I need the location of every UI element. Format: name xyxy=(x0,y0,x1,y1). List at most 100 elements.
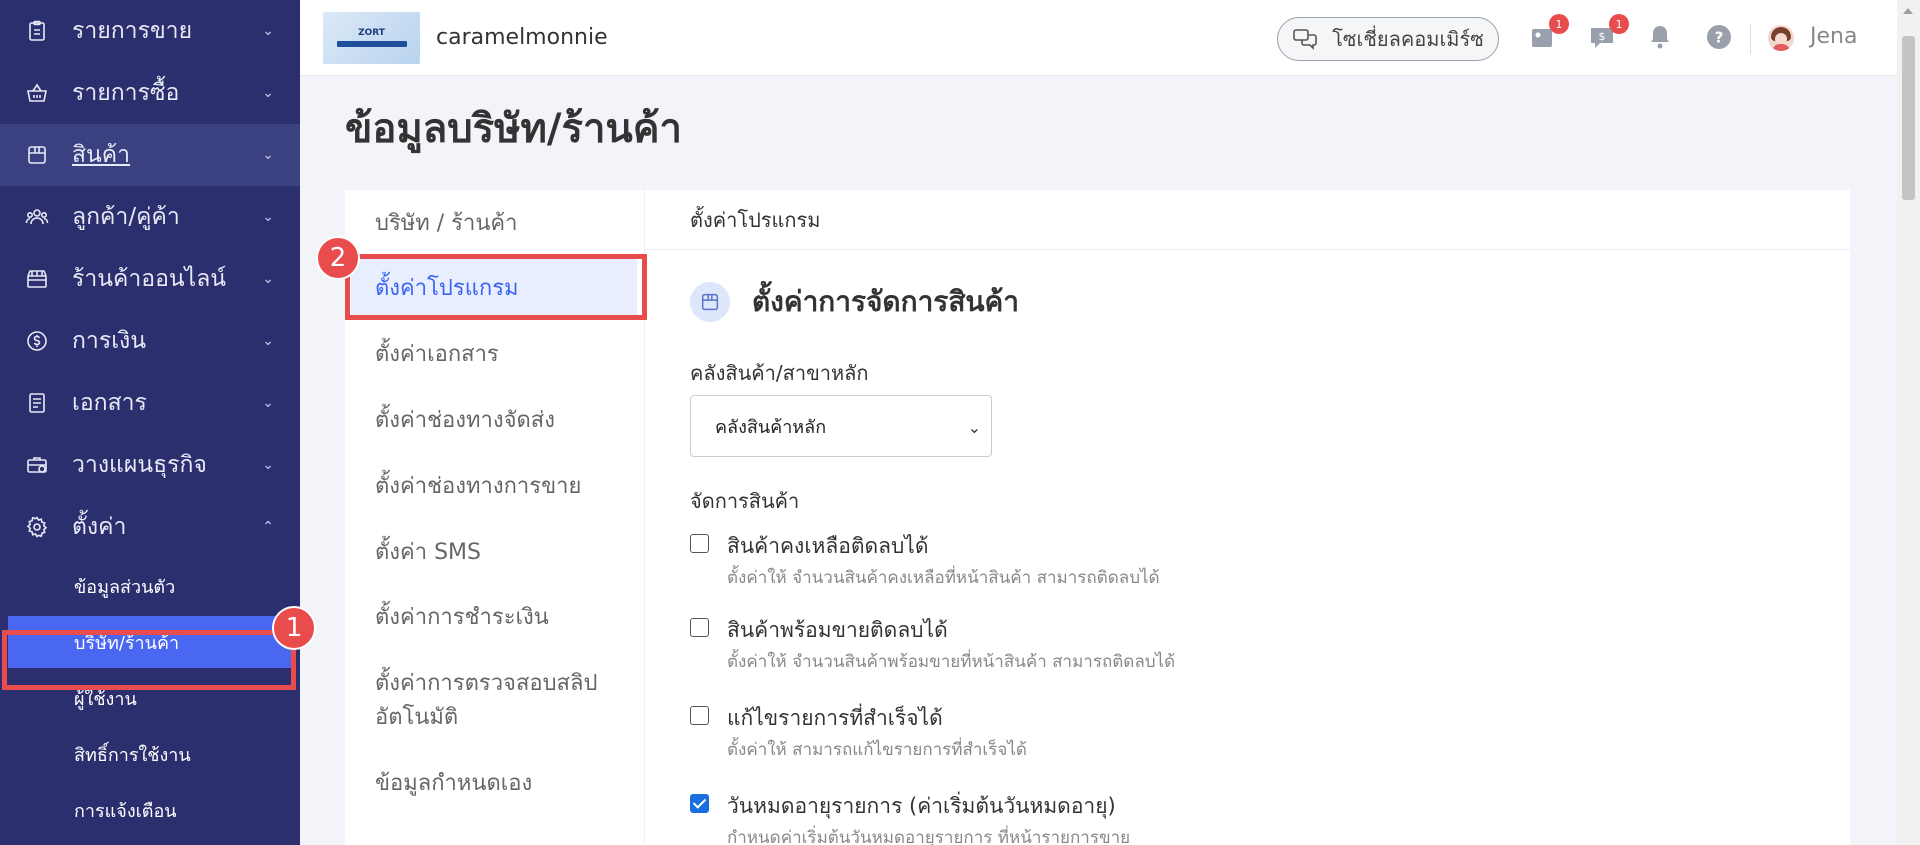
chevron-down-icon: ⌄ xyxy=(262,85,274,101)
user-name[interactable]: Jena xyxy=(1810,24,1857,49)
chevron-down-icon: ⌄ xyxy=(967,418,981,437)
topbar-divider xyxy=(1750,24,1751,54)
sidebar-subitem-notifications[interactable]: การแจ้งเตือน xyxy=(0,782,300,838)
chevron-down-icon: ⌄ xyxy=(262,209,274,225)
menu-item-custom-data[interactable]: ข้อมูลกำหนดเอง xyxy=(375,767,532,801)
option-title: วันหมดอายุรายการ (ค่าเริ่มต้นวันหมดอายุ) xyxy=(727,794,1116,818)
checkbox[interactable] xyxy=(690,706,709,725)
option-description: ตั้งค่าให้ จำนวนสินค้าคงเหลือที่หน้าสินค… xyxy=(727,568,1160,588)
chevron-down-icon: ⌄ xyxy=(262,457,274,473)
program-settings-panel: ตั้งค่าโปรแกรม ตั้งค่าการจัดการสินค้า คล… xyxy=(646,190,1850,845)
chevron-down-icon: ⌄ xyxy=(262,23,274,39)
checkbox[interactable] xyxy=(690,534,709,553)
checkbox[interactable] xyxy=(690,618,709,637)
avatar[interactable] xyxy=(1768,25,1794,51)
sidebar-item-customers[interactable]: ลูกค้า/คู่ค้า ⌄ xyxy=(0,186,300,248)
step-badge-2: 2 xyxy=(316,236,360,280)
page-scrollbar[interactable] xyxy=(1897,0,1920,845)
chevron-down-icon: ⌄ xyxy=(262,395,274,411)
topbar: ZORT caramelmonnie โซเชี่ยลคอมเมิร์ซ 1 $… xyxy=(300,0,1897,76)
section-title-text: ตั้งค่าการจัดการสินค้า xyxy=(752,285,1020,318)
sidebar-item-label: สินค้า xyxy=(72,142,131,168)
sidebar-item-products[interactable]: สินค้า ⌄ xyxy=(0,124,300,186)
svg-text:?: ? xyxy=(1715,29,1724,47)
checkbox-checked[interactable] xyxy=(690,794,709,813)
sidebar-item-planning[interactable]: วางแผนธุรกิจ ⌄ xyxy=(0,434,300,496)
sidebar-item-label: วางแผนธุรกิจ xyxy=(72,452,207,478)
document-icon xyxy=(24,390,50,416)
question-icon: ? xyxy=(1707,25,1731,49)
chevron-down-icon: ⌄ xyxy=(262,271,274,287)
sidebar-item-label: เอกสาร xyxy=(72,390,147,416)
bell-button[interactable] xyxy=(1645,22,1675,52)
storefront-icon xyxy=(24,266,50,292)
chevron-up-icon: ⌃ xyxy=(262,519,274,535)
product-box-icon xyxy=(690,282,730,322)
users-icon xyxy=(24,204,50,230)
sidebar-item-settings[interactable]: ตั้งค่า ⌃ xyxy=(0,496,300,558)
chevron-down-icon: ⌄ xyxy=(262,147,274,163)
menu-item-document-settings[interactable]: ตั้งค่าเอกสาร xyxy=(375,338,499,372)
settings-menu: บริษัท / ร้านค้า ตั้งค่าโปรแกรม ตั้งค่าเ… xyxy=(345,190,647,845)
menu-item-payment-settings[interactable]: ตั้งค่าการชำระเงิน xyxy=(375,601,549,635)
chat-bubbles-icon xyxy=(1293,29,1317,50)
sidebar-item-sales[interactable]: รายการขาย ⌄ xyxy=(0,0,300,62)
chevron-down-icon: ⌄ xyxy=(262,333,274,349)
sidebar-item-online-store[interactable]: ร้านค้าออนไลน์ ⌄ xyxy=(0,248,300,310)
scrollbar-thumb[interactable] xyxy=(1902,36,1915,200)
section-title: ตั้งค่าการจัดการสินค้า xyxy=(690,280,1019,324)
dollar-icon xyxy=(24,328,50,354)
sidebar-item-finance[interactable]: การเงิน ⌄ xyxy=(0,310,300,372)
sidebar-item-label: ลูกค้า/คู่ค้า xyxy=(72,204,180,230)
step-badge-1: 1 xyxy=(272,606,316,650)
page-title: ข้อมูลบริษัท/ร้านค้า xyxy=(345,106,682,152)
highlight-box-step-2 xyxy=(345,254,647,320)
warehouse-label: คลังสินค้า/สาขาหลัก xyxy=(690,361,869,385)
settings-card: บริษัท / ร้านค้า ตั้งค่าโปรแกรม ตั้งค่าเ… xyxy=(316,190,1850,845)
panel-header: ตั้งค่าโปรแกรม xyxy=(646,190,1850,250)
social-commerce-button[interactable]: โซเชี่ยลคอมเมิร์ซ xyxy=(1277,17,1499,61)
payment-notification-button[interactable]: $ 1 xyxy=(1587,14,1629,52)
zort-logo[interactable]: ZORT xyxy=(323,11,420,64)
warehouse-select-value: คลังสินค้าหลัก xyxy=(715,416,827,438)
orders-notification-button[interactable]: 1 xyxy=(1527,14,1569,52)
help-button[interactable]: ? xyxy=(1704,22,1734,52)
basket-icon xyxy=(24,80,50,106)
box-icon xyxy=(24,142,50,168)
menu-item-sales-channel-settings[interactable]: ตั้งค่าช่องทางการขาย xyxy=(375,470,581,504)
bell-icon xyxy=(1651,26,1669,49)
option-description: กำหนดค่าเริ่มต้นวันหมดอายุรายการ ที่หน้า… xyxy=(727,828,1131,845)
sidebar: รายการขาย ⌄ รายการซื้อ ⌄ สินค้า ⌄ ลูกค้า… xyxy=(0,0,300,845)
manage-products-label: จัดการสินค้า xyxy=(690,489,800,513)
notification-count: 1 xyxy=(1549,14,1569,34)
sidebar-item-label: การเงิน xyxy=(72,328,147,354)
option-description: ตั้งค่าให้ สามารถแก้ไขรายการที่สำเร็จได้ xyxy=(727,740,1027,760)
shop-name: caramelmonnie xyxy=(436,25,608,50)
notification-count: 1 xyxy=(1609,14,1629,34)
sidebar-item-purchases[interactable]: รายการซื้อ ⌄ xyxy=(0,62,300,124)
menu-item-shipping-settings[interactable]: ตั้งค่าช่องทางจัดส่ง xyxy=(375,404,555,438)
sidebar-subitem-permissions[interactable]: สิทธิ์การใช้งาน xyxy=(0,726,300,782)
menu-item-company[interactable]: บริษัท / ร้านค้า xyxy=(375,207,517,241)
sidebar-item-label: ร้านค้าออนไลน์ xyxy=(72,266,227,292)
option-description: ตั้งค่าให้ จำนวนสินค้าพร้อมขายที่หน้าสิน… xyxy=(727,652,1176,672)
sidebar-subitem-profile[interactable]: ข้อมูลส่วนตัว xyxy=(0,558,300,614)
gear-icon xyxy=(24,514,50,540)
option-title: แก้ไขรายการที่สำเร็จได้ xyxy=(727,706,943,730)
svg-text:$: $ xyxy=(1599,30,1606,43)
option-title: สินค้าพร้อมขายติดลบได้ xyxy=(727,618,948,642)
menu-item-sms-settings[interactable]: ตั้งค่า SMS xyxy=(375,536,481,570)
clipboard-icon xyxy=(24,18,50,44)
sidebar-item-label: รายการซื้อ xyxy=(72,80,180,106)
menu-item-slip-check-settings[interactable]: ตั้งค่าการตรวจสอบสลิป xyxy=(375,667,597,701)
social-commerce-label: โซเชี่ยลคอมเมิร์ซ xyxy=(1332,27,1484,51)
sidebar-item-label: รายการขาย xyxy=(72,18,193,44)
logo-bar xyxy=(336,41,407,47)
menu-item-slip-check-settings-line2[interactable]: อัตโนมัติ xyxy=(375,701,458,735)
option-title: สินค้าคงเหลือติดลบได้ xyxy=(727,534,929,558)
briefcase-icon xyxy=(24,452,50,478)
sidebar-item-documents[interactable]: เอกสาร ⌄ xyxy=(0,372,300,434)
warehouse-select[interactable]: คลังสินค้าหลัก ⌄ xyxy=(690,395,992,457)
highlight-box-step-1 xyxy=(2,630,296,690)
scroll-up-arrow-icon[interactable] xyxy=(1903,8,1913,14)
